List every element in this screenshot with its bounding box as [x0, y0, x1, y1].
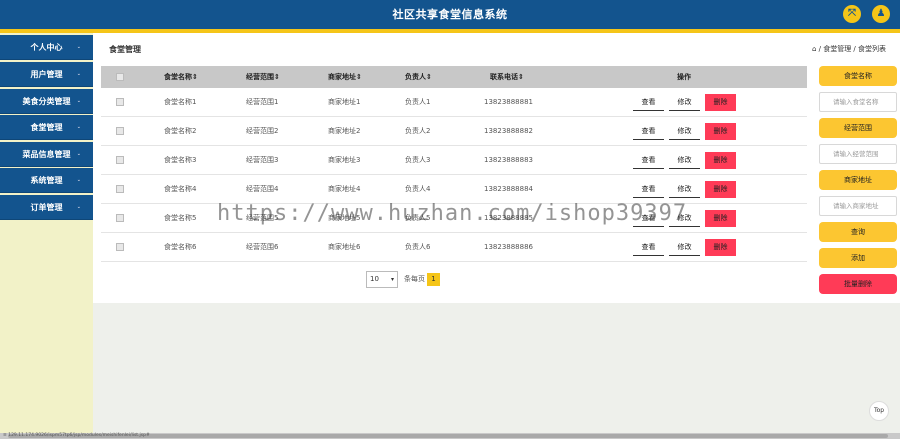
page-size-select[interactable]: 10 ▾ — [366, 271, 398, 288]
watermark: https://www.huzhan.com/ishop39397 — [217, 201, 688, 226]
edit-button[interactable]: 修改 — [669, 181, 700, 198]
row-checkbox[interactable] — [116, 156, 124, 164]
row-checkbox[interactable] — [116, 214, 124, 222]
business-scope-input[interactable]: 请输入经营范围 — [819, 144, 897, 164]
delete-button[interactable]: 删除 — [705, 239, 736, 256]
merchant-address-input[interactable]: 请输入商家地址 — [819, 196, 897, 216]
merchant-address-label: 商家地址 — [819, 170, 897, 190]
app-header: 社区共享食堂信息系统 ⤧ ♟ — [0, 0, 900, 29]
cell-phone: 13823888884 — [484, 185, 533, 193]
table-row: 食堂名称3 经营范围3 商家地址3 负责人3 13823888883 查看 修改 删除 — [101, 146, 807, 175]
delete-button[interactable]: 删除 — [705, 123, 736, 140]
table-row: 食堂名称1 经营范围1 商家地址1 负责人1 13823888881 查看 修改 删除 — [101, 88, 807, 117]
delete-button[interactable]: 删除 — [705, 210, 736, 227]
sidebar: 个人中心 ⌄ 用户管理 ⌄ 美食分类管理 ⌄ 食堂管理 ⌄ 菜品信息管理 ⌄ 系统管理 ⌄ … — [0, 33, 93, 433]
browser-statusbar: ≡ 129.11.174.9026/ispm57tp6/jsp/modules/… — [0, 433, 900, 439]
table-row: 食堂名称2 经营范围2 商家地址2 负责人2 13823888882 查看 修改 删除 — [101, 117, 807, 146]
add-button[interactable]: 添加 — [819, 248, 897, 268]
sidebar-item-system-management[interactable]: 系统管理 ⌄ — [0, 168, 93, 193]
table-header: 食堂名称⇕ 经营范围⇕ 商家地址⇕ 负责人⇕ 联系电话⇕ 操作 — [101, 66, 807, 88]
row-checkbox[interactable] — [116, 243, 124, 251]
cell-business-scope: 经营范围6 — [246, 243, 279, 251]
canteen-name-label: 食堂名称 — [819, 66, 897, 86]
column-header-scope[interactable]: 经营范围⇕ — [246, 66, 280, 88]
select-all-checkbox[interactable] — [116, 73, 124, 81]
cell-canteen-name: 食堂名称3 — [164, 156, 197, 164]
edit-button[interactable]: 修改 — [669, 123, 700, 140]
batch-delete-button[interactable]: 批量删除 — [819, 274, 897, 294]
sidebar-item-food-category[interactable]: 美食分类管理 ⌄ — [0, 89, 93, 114]
status-url: ≡ 129.11.174.9026/ispm57tp6/jsp/modules/… — [3, 433, 150, 438]
business-scope-label: 经营范围 — [819, 118, 897, 138]
app-title: 社区共享食堂信息系统 — [392, 8, 508, 21]
cell-canteen-name: 食堂名称4 — [164, 185, 197, 193]
cell-business-scope: 经营范围1 — [246, 98, 279, 106]
view-button[interactable]: 查看 — [633, 123, 664, 140]
column-header-phone[interactable]: 联系电话⇕ — [490, 66, 524, 88]
row-checkbox[interactable] — [116, 98, 124, 106]
user-icon[interactable]: ♟ — [872, 5, 890, 23]
fullscreen-icon[interactable]: ⤧ — [843, 5, 861, 23]
chevron-down-icon: ⌄ — [76, 44, 81, 50]
delete-button[interactable]: 删除 — [705, 152, 736, 169]
cell-business-scope: 经营范围2 — [246, 127, 279, 135]
cell-merchant-address: 商家地址6 — [328, 243, 361, 251]
cell-phone: 13823888881 — [484, 98, 533, 106]
chevron-down-icon: ⌄ — [76, 177, 81, 183]
edit-button[interactable]: 修改 — [669, 94, 700, 111]
cell-manager: 负责人4 — [405, 185, 431, 193]
view-button[interactable]: 查看 — [633, 94, 664, 111]
row-checkbox[interactable] — [116, 127, 124, 135]
cell-manager: 负责人1 — [405, 98, 431, 106]
sidebar-item-canteen-management[interactable]: 食堂管理 ⌄ — [0, 115, 93, 140]
row-checkbox[interactable] — [116, 185, 124, 193]
cell-manager: 负责人3 — [405, 156, 431, 164]
view-button[interactable]: 查看 — [633, 181, 664, 198]
chevron-down-icon: ⌄ — [76, 151, 81, 157]
sidebar-item-personal-center[interactable]: 个人中心 ⌄ — [0, 35, 93, 60]
back-to-top-button[interactable]: Top — [869, 401, 889, 421]
chevron-down-icon: ⌄ — [76, 124, 81, 130]
cell-canteen-name: 食堂名称2 — [164, 127, 197, 135]
cell-canteen-name: 食堂名称1 — [164, 98, 197, 106]
column-header-name[interactable]: 食堂名称⇕ — [164, 66, 198, 88]
cell-canteen-name: 食堂名称5 — [164, 214, 197, 222]
cell-merchant-address: 商家地址4 — [328, 185, 361, 193]
cell-phone: 13823888886 — [484, 243, 533, 251]
chevron-down-icon: ⌄ — [76, 98, 81, 104]
cell-canteen-name: 食堂名称6 — [164, 243, 197, 251]
cell-phone: 13823888882 — [484, 127, 533, 135]
canteen-name-input[interactable]: 请输入食堂名称 — [819, 92, 897, 112]
cell-merchant-address: 商家地址3 — [328, 156, 361, 164]
column-header-manager[interactable]: 负责人⇕ — [405, 66, 432, 88]
chevron-down-icon: ⌄ — [76, 71, 81, 77]
column-header-actions: 操作 — [677, 73, 691, 81]
query-button[interactable]: 查询 — [819, 222, 897, 242]
cell-manager: 负责人6 — [405, 243, 431, 251]
table-row: 食堂名称6 经营范围6 商家地址6 负责人6 13823888886 查看 修改 删除 — [101, 233, 807, 262]
delete-button[interactable]: 删除 — [705, 181, 736, 198]
sidebar-item-dish-info[interactable]: 菜品信息管理 ⌄ — [0, 142, 93, 167]
cell-business-scope: 经营范围3 — [246, 156, 279, 164]
page-title: 食堂管理 — [109, 45, 141, 54]
table-row: 食堂名称4 经营范围4 商家地址4 负责人4 13823888884 查看 修改 删除 — [101, 175, 807, 204]
edit-button[interactable]: 修改 — [669, 152, 700, 169]
page-number-1[interactable]: 1 — [427, 273, 440, 286]
cell-business-scope: 经营范围4 — [246, 185, 279, 193]
sidebar-item-order-management[interactable]: 订单管理 ⌄ — [0, 195, 93, 220]
cell-manager: 负责人2 — [405, 127, 431, 135]
chevron-down-icon: ⌄ — [76, 204, 81, 210]
edit-button[interactable]: 修改 — [669, 239, 700, 256]
cell-merchant-address: 商家地址2 — [328, 127, 361, 135]
per-page-label: 条每页 — [404, 275, 425, 283]
chevron-down-icon: ▾ — [390, 276, 394, 283]
column-header-address[interactable]: 商家地址⇕ — [328, 66, 362, 88]
cell-phone: 13823888883 — [484, 156, 533, 164]
delete-button[interactable]: 删除 — [705, 94, 736, 111]
cell-merchant-address: 商家地址1 — [328, 98, 361, 106]
view-button[interactable]: 查看 — [633, 239, 664, 256]
sidebar-item-user-management[interactable]: 用户管理 ⌄ — [0, 62, 93, 87]
view-button[interactable]: 查看 — [633, 152, 664, 169]
breadcrumb: ⌂ / 食堂管理 / 食堂列表 — [811, 45, 886, 53]
